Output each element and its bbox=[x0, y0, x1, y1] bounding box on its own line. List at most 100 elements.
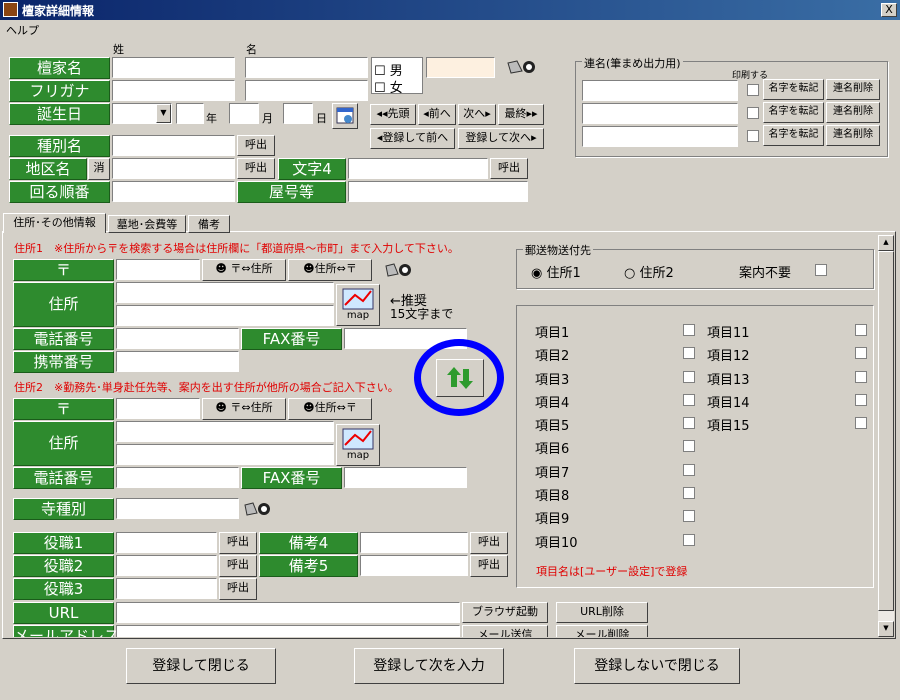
close-button[interactable]: X bbox=[881, 3, 897, 17]
tab-biko[interactable]: 備考 bbox=[188, 215, 230, 233]
save-new-button[interactable]: 登録して次を入力 bbox=[354, 648, 504, 684]
url-delete-button[interactable]: URL削除 bbox=[556, 602, 648, 623]
era-select[interactable]: ▼ bbox=[112, 103, 172, 124]
sei-input[interactable] bbox=[112, 57, 235, 78]
biko4-call-button[interactable]: 呼出 bbox=[470, 532, 508, 554]
item-checkbox[interactable] bbox=[855, 370, 867, 383]
fax2-input[interactable] bbox=[344, 467, 467, 488]
renmei-delete-button-3[interactable]: 連名削除 bbox=[826, 125, 880, 146]
renmei-input-1[interactable] bbox=[582, 80, 738, 101]
addr-to-zip-button-1[interactable]: ☻住所⇔〒 bbox=[288, 259, 372, 281]
scroll-up-icon[interactable]: ▲ bbox=[878, 235, 894, 251]
renmei-input-2[interactable] bbox=[582, 103, 738, 124]
address2-line1-input[interactable] bbox=[116, 421, 334, 442]
item-checkbox[interactable] bbox=[855, 324, 867, 336]
calendar-button[interactable] bbox=[332, 103, 358, 129]
item-checkbox[interactable] bbox=[683, 510, 695, 523]
map-button-2[interactable]: map bbox=[336, 424, 380, 466]
camera-icon[interactable] bbox=[505, 57, 535, 75]
junban-input[interactable] bbox=[112, 181, 235, 202]
jishu-input[interactable] bbox=[116, 498, 239, 519]
yaku2-call-button[interactable]: 呼出 bbox=[219, 555, 257, 577]
zip1-input[interactable] bbox=[116, 259, 200, 280]
tab-bochi[interactable]: 墓地･会費等 bbox=[108, 215, 186, 233]
month-input[interactable] bbox=[229, 103, 259, 124]
renmei-delete-button-1[interactable]: 連名削除 bbox=[826, 79, 880, 100]
zip-to-addr-button-1[interactable]: ☻ 〒⇔住所 bbox=[202, 259, 286, 281]
renmei-input-3[interactable] bbox=[582, 126, 738, 147]
addr-to-zip-button-2[interactable]: ☻住所⇔〒 bbox=[288, 398, 372, 420]
tel2-input[interactable] bbox=[116, 467, 239, 488]
renmei-delete-button-2[interactable]: 連名削除 bbox=[826, 102, 880, 123]
yaku3-input[interactable] bbox=[116, 578, 217, 599]
item-checkbox[interactable] bbox=[855, 347, 867, 360]
scroll-thumb[interactable] bbox=[878, 251, 894, 611]
mobile-input[interactable] bbox=[116, 351, 239, 372]
shubetsu-input[interactable] bbox=[112, 135, 235, 156]
address1-line2-input[interactable] bbox=[116, 305, 334, 326]
chiku-input[interactable] bbox=[112, 158, 235, 179]
biko5-input[interactable] bbox=[360, 555, 468, 576]
save-next-button[interactable]: 登録して次へ▸ bbox=[458, 128, 544, 149]
item-checkbox[interactable] bbox=[683, 324, 695, 336]
map-button-1[interactable]: map bbox=[336, 284, 380, 326]
renmei-print-checkbox-2[interactable] bbox=[747, 107, 759, 119]
renmei-print-checkbox-3[interactable] bbox=[747, 130, 759, 142]
last-button[interactable]: 最終▸▸ bbox=[498, 104, 544, 125]
item-checkbox[interactable] bbox=[855, 417, 867, 430]
address2-line2-input[interactable] bbox=[116, 444, 334, 465]
mailing-option-addr1[interactable]: ◉ 住所1 bbox=[531, 262, 581, 281]
yaku1-call-button[interactable]: 呼出 bbox=[219, 532, 257, 554]
close-nosave-button[interactable]: 登録しないで閉じる bbox=[574, 648, 740, 684]
renmei-copy-button-3[interactable]: 名字を転記 bbox=[763, 125, 824, 146]
mail-delete-button[interactable]: メール削除 bbox=[556, 625, 648, 637]
save-close-button[interactable]: 登録して閉じる bbox=[126, 648, 276, 684]
yaku1-input[interactable] bbox=[116, 532, 217, 553]
mail-input[interactable] bbox=[116, 625, 460, 637]
camera-icon[interactable] bbox=[383, 260, 411, 278]
item-checkbox[interactable] bbox=[683, 487, 695, 500]
item-checkbox[interactable] bbox=[683, 347, 695, 360]
item-checkbox[interactable] bbox=[683, 533, 695, 546]
scroll-down-icon[interactable]: ▼ bbox=[878, 621, 894, 637]
yaku3-call-button[interactable]: 呼出 bbox=[219, 578, 257, 600]
item-checkbox[interactable] bbox=[683, 393, 695, 406]
next-button[interactable]: 次へ▸ bbox=[458, 104, 496, 125]
shubetsu-call-button[interactable]: 呼出 bbox=[237, 135, 275, 156]
chevron-down-icon[interactable]: ▼ bbox=[156, 104, 171, 123]
item-checkbox[interactable] bbox=[855, 393, 867, 406]
no-info-checkbox[interactable] bbox=[815, 264, 827, 276]
zip2-input[interactable] bbox=[116, 398, 200, 419]
mei-input[interactable] bbox=[245, 57, 368, 78]
biko4-input[interactable] bbox=[360, 532, 468, 553]
item-checkbox[interactable] bbox=[683, 440, 695, 453]
chiku-clear-button[interactable]: 消 bbox=[88, 158, 110, 180]
swap-address-button[interactable] bbox=[436, 359, 484, 397]
menu-help[interactable]: ヘルプ bbox=[6, 22, 39, 38]
renmei-print-checkbox-1[interactable] bbox=[747, 84, 759, 96]
day-input[interactable] bbox=[283, 103, 313, 124]
tab-address[interactable]: 住所･その他情報 bbox=[3, 213, 106, 233]
moji4-input[interactable] bbox=[348, 158, 488, 179]
browser-button[interactable]: ブラウザ起動 bbox=[462, 602, 548, 623]
prev-button[interactable]: ◂前へ bbox=[418, 104, 456, 125]
first-button[interactable]: ◂◂先頭 bbox=[370, 104, 416, 125]
moji4-call-button[interactable]: 呼出 bbox=[490, 158, 528, 179]
chiku-call-button[interactable]: 呼出 bbox=[237, 158, 275, 179]
url-input[interactable] bbox=[116, 602, 460, 623]
zip-to-addr-button-2[interactable]: ☻ 〒⇔住所 bbox=[202, 398, 286, 420]
mei-furigana-input[interactable] bbox=[245, 80, 368, 101]
year-input[interactable] bbox=[176, 103, 204, 124]
tel1-input[interactable] bbox=[116, 328, 239, 349]
sei-furigana-input[interactable] bbox=[112, 80, 235, 101]
mail-send-button[interactable]: メール送信 bbox=[462, 625, 548, 637]
biko5-call-button[interactable]: 呼出 bbox=[470, 555, 508, 577]
save-prev-button[interactable]: ◂登録して前へ bbox=[370, 128, 455, 149]
renmei-copy-button-1[interactable]: 名字を転記 bbox=[763, 79, 824, 100]
item-checkbox[interactable] bbox=[683, 370, 695, 383]
mailing-option-addr2[interactable]: ○ 住所2 bbox=[624, 262, 674, 281]
renmei-copy-button-2[interactable]: 名字を転記 bbox=[763, 102, 824, 123]
address1-line1-input[interactable] bbox=[116, 282, 334, 303]
camera-icon[interactable] bbox=[242, 499, 270, 517]
item-checkbox[interactable] bbox=[683, 463, 695, 476]
